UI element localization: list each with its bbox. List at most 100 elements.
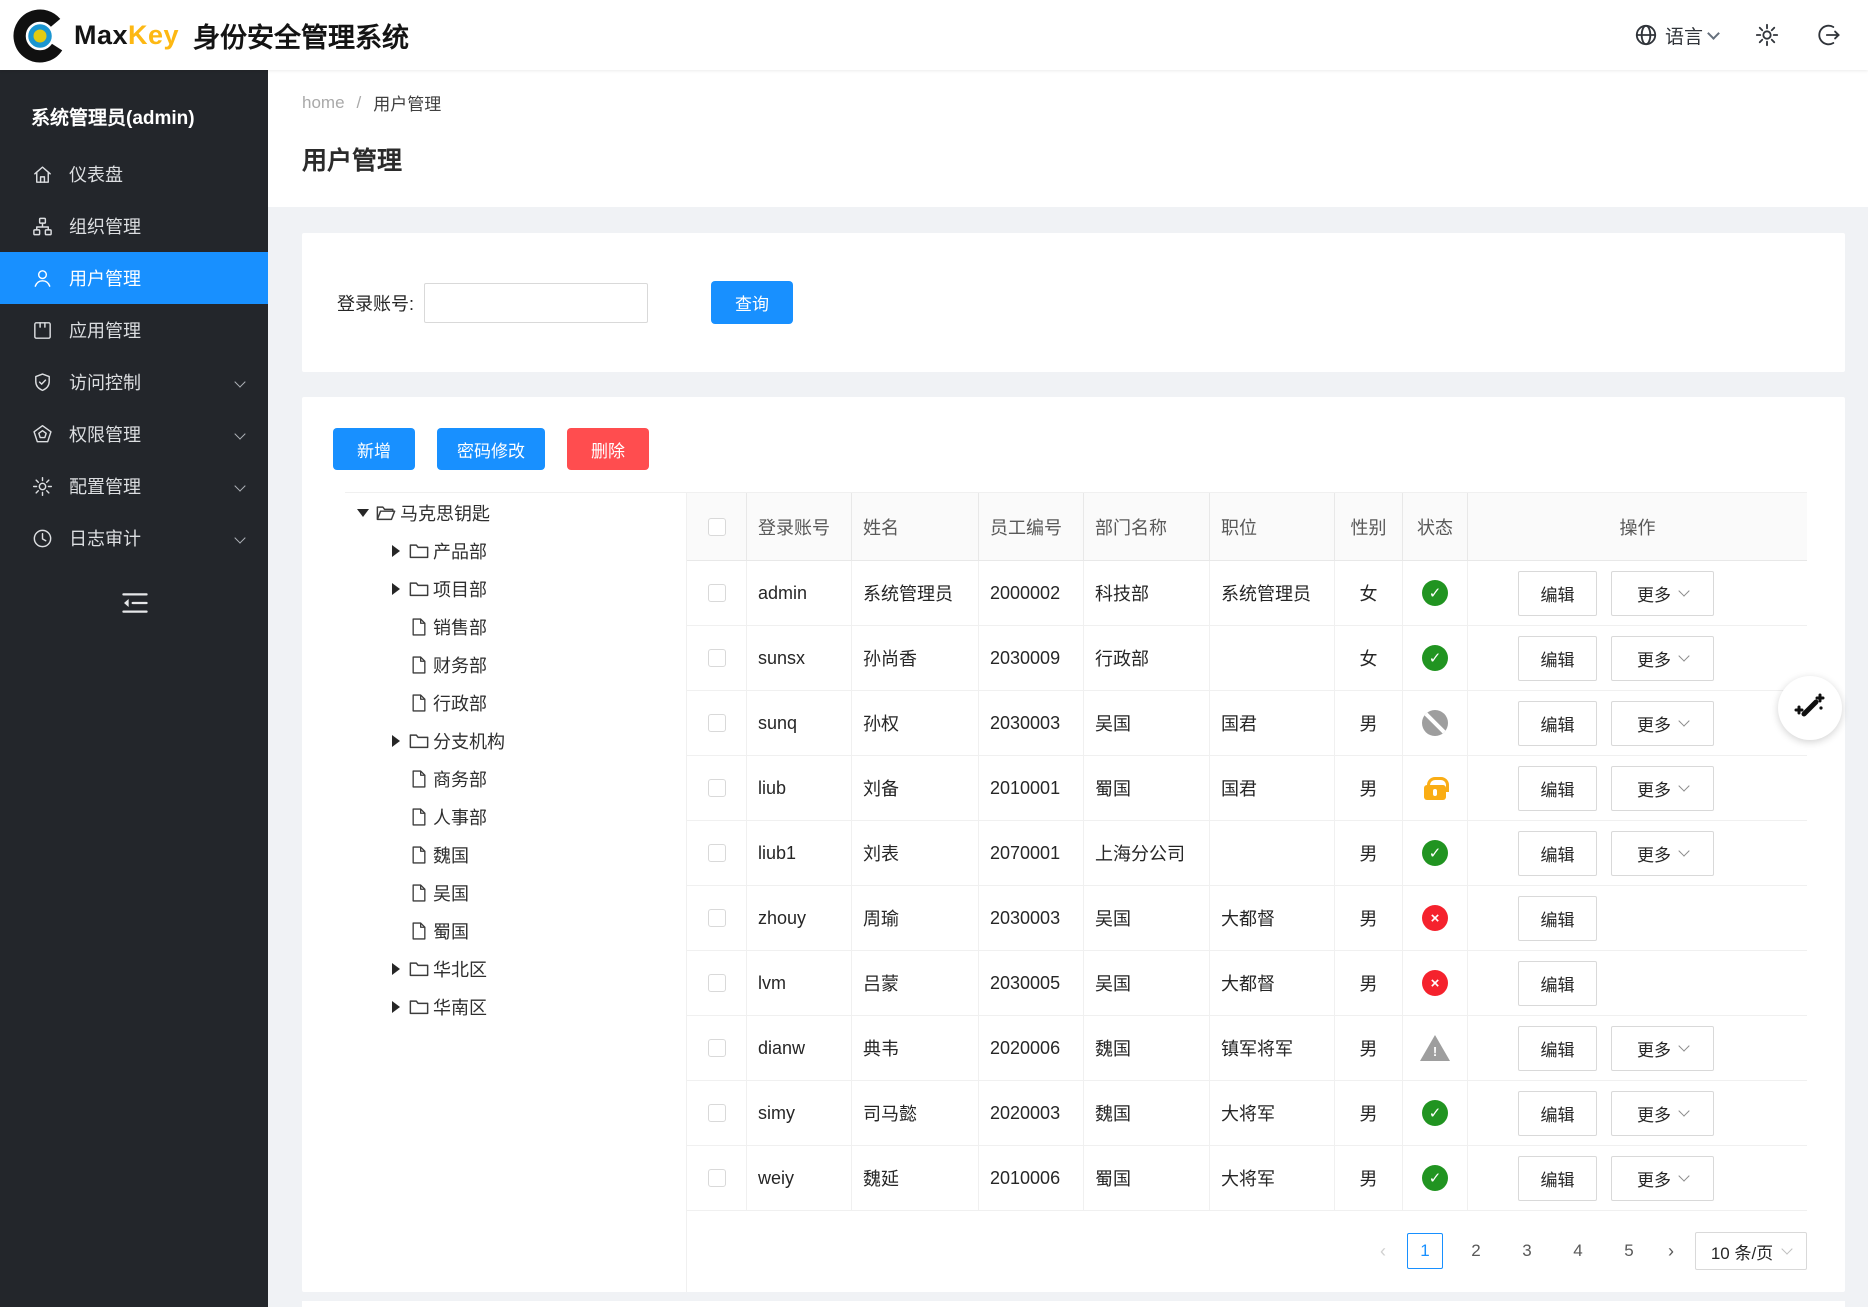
page-button-1[interactable]: 1 (1407, 1233, 1443, 1269)
status-warning-icon: ! (1420, 1035, 1450, 1061)
edit-button[interactable]: 编辑 (1518, 701, 1597, 746)
row-checkbox[interactable] (708, 1169, 726, 1187)
edit-button[interactable]: 编辑 (1518, 571, 1597, 616)
row-checkbox[interactable] (708, 779, 726, 797)
select-all-checkbox[interactable] (708, 518, 726, 536)
bottom-strip (302, 1301, 1845, 1307)
page-button-2[interactable]: 2 (1458, 1233, 1494, 1269)
tree-item[interactable]: 人事部 (345, 798, 686, 836)
logout-icon[interactable] (1816, 22, 1842, 48)
next-page-button[interactable]: › (1662, 1241, 1680, 1262)
tree-item[interactable]: 分支机构 (345, 722, 686, 760)
sidebar-item-org[interactable]: 组织管理 (0, 200, 268, 252)
file-icon (408, 693, 430, 713)
tree-caret-placeholder[interactable] (384, 843, 408, 867)
tree-caret-placeholder[interactable] (384, 767, 408, 791)
search-panel: 登录账号: 查询 (302, 233, 1845, 372)
edit-button[interactable]: 编辑 (1518, 636, 1597, 681)
tree-item[interactable]: 项目部 (345, 570, 686, 608)
tree-item[interactable]: 财务部 (345, 646, 686, 684)
page-button-4[interactable]: 4 (1560, 1233, 1596, 1269)
tree-item[interactable]: 蜀国 (345, 912, 686, 950)
prev-page-button[interactable]: ‹ (1374, 1241, 1392, 1262)
tree-item[interactable]: 吴国 (345, 874, 686, 912)
medal-icon (31, 423, 54, 446)
more-button[interactable]: 更多 (1611, 1091, 1714, 1136)
tree-item[interactable]: 行政部 (345, 684, 686, 722)
cell-employee-id: 2010006 (979, 1146, 1084, 1210)
chevron-down-icon (234, 532, 245, 543)
settings-icon[interactable] (1754, 22, 1780, 48)
tree-caret-placeholder[interactable] (384, 615, 408, 639)
tree-caret-placeholder[interactable] (384, 919, 408, 943)
tree-item[interactable]: 马克思钥匙 (345, 494, 686, 532)
page-button-3[interactable]: 3 (1509, 1233, 1545, 1269)
delete-button[interactable]: 删除 (567, 428, 649, 470)
row-checkbox[interactable] (708, 1104, 726, 1122)
tree-item[interactable]: 华北区 (345, 950, 686, 988)
sidebar-item-gear[interactable]: 配置管理 (0, 460, 268, 512)
login-account-input[interactable] (424, 283, 648, 323)
add-button[interactable]: 新增 (333, 428, 415, 470)
tree-item[interactable]: 销售部 (345, 608, 686, 646)
more-button[interactable]: 更多 (1611, 1156, 1714, 1201)
edit-button[interactable]: 编辑 (1518, 961, 1597, 1006)
row-checkbox[interactable] (708, 1039, 726, 1057)
tree-item[interactable]: 商务部 (345, 760, 686, 798)
sidebar-item-user[interactable]: 用户管理 (0, 252, 268, 304)
tree-caret-placeholder[interactable] (384, 805, 408, 829)
sidebar-item-medal[interactable]: 权限管理 (0, 408, 268, 460)
tree-caret-placeholder[interactable] (384, 691, 408, 715)
tree-caret-icon[interactable] (384, 729, 408, 753)
more-button[interactable]: 更多 (1611, 831, 1714, 876)
maxkey-logo-icon (12, 6, 70, 64)
tree-caret-icon[interactable] (384, 957, 408, 981)
menu-fold-icon[interactable] (120, 590, 150, 616)
edit-button[interactable]: 编辑 (1518, 1026, 1597, 1071)
row-checkbox[interactable] (708, 584, 726, 602)
page-size-select[interactable]: 10 条/页 (1695, 1232, 1807, 1270)
cell-name: 吕蒙 (852, 951, 979, 1015)
tree-item[interactable]: 产品部 (345, 532, 686, 570)
breadcrumb-home[interactable]: home (302, 93, 345, 113)
tree-caret-icon[interactable] (351, 501, 375, 525)
edit-button[interactable]: 编辑 (1518, 896, 1597, 941)
tree-item[interactable]: 华南区 (345, 988, 686, 1026)
tree-caret-icon[interactable] (384, 577, 408, 601)
folder-icon (408, 997, 430, 1017)
row-checkbox[interactable] (708, 714, 726, 732)
folder-icon (408, 959, 430, 979)
query-button[interactable]: 查询 (711, 281, 793, 324)
language-selector[interactable]: 语言 (1633, 22, 1718, 49)
tree-caret-placeholder[interactable] (384, 653, 408, 677)
sidebar-item-clock[interactable]: 日志审计 (0, 512, 268, 564)
tree-caret-placeholder[interactable] (384, 881, 408, 905)
row-checkbox[interactable] (708, 844, 726, 862)
col-header-employee-id: 员工编号 (979, 493, 1084, 560)
page-button-5[interactable]: 5 (1611, 1233, 1647, 1269)
edit-button[interactable]: 编辑 (1518, 1156, 1597, 1201)
edit-button[interactable]: 编辑 (1518, 831, 1597, 876)
sidebar-item-shield[interactable]: 访问控制 (0, 356, 268, 408)
more-button[interactable]: 更多 (1611, 1026, 1714, 1071)
cell-name: 刘备 (852, 756, 979, 820)
tree-caret-icon[interactable] (384, 539, 408, 563)
more-button-label: 更多 (1637, 646, 1671, 671)
cell-name: 孙权 (852, 691, 979, 755)
sidebar-item-app[interactable]: 应用管理 (0, 304, 268, 356)
sidebar-item-home[interactable]: 仪表盘 (0, 148, 268, 200)
change-password-button[interactable]: 密码修改 (437, 428, 545, 470)
more-button[interactable]: 更多 (1611, 636, 1714, 681)
row-checkbox[interactable] (708, 974, 726, 992)
more-button[interactable]: 更多 (1611, 701, 1714, 746)
tree-item-label: 华北区 (433, 956, 487, 982)
more-button-label: 更多 (1637, 841, 1671, 866)
more-button[interactable]: 更多 (1611, 766, 1714, 811)
edit-button[interactable]: 编辑 (1518, 766, 1597, 811)
tree-caret-icon[interactable] (384, 995, 408, 1019)
edit-button[interactable]: 编辑 (1518, 1091, 1597, 1136)
row-checkbox[interactable] (708, 649, 726, 667)
more-button[interactable]: 更多 (1611, 571, 1714, 616)
tree-item[interactable]: 魏国 (345, 836, 686, 874)
row-checkbox[interactable] (708, 909, 726, 927)
